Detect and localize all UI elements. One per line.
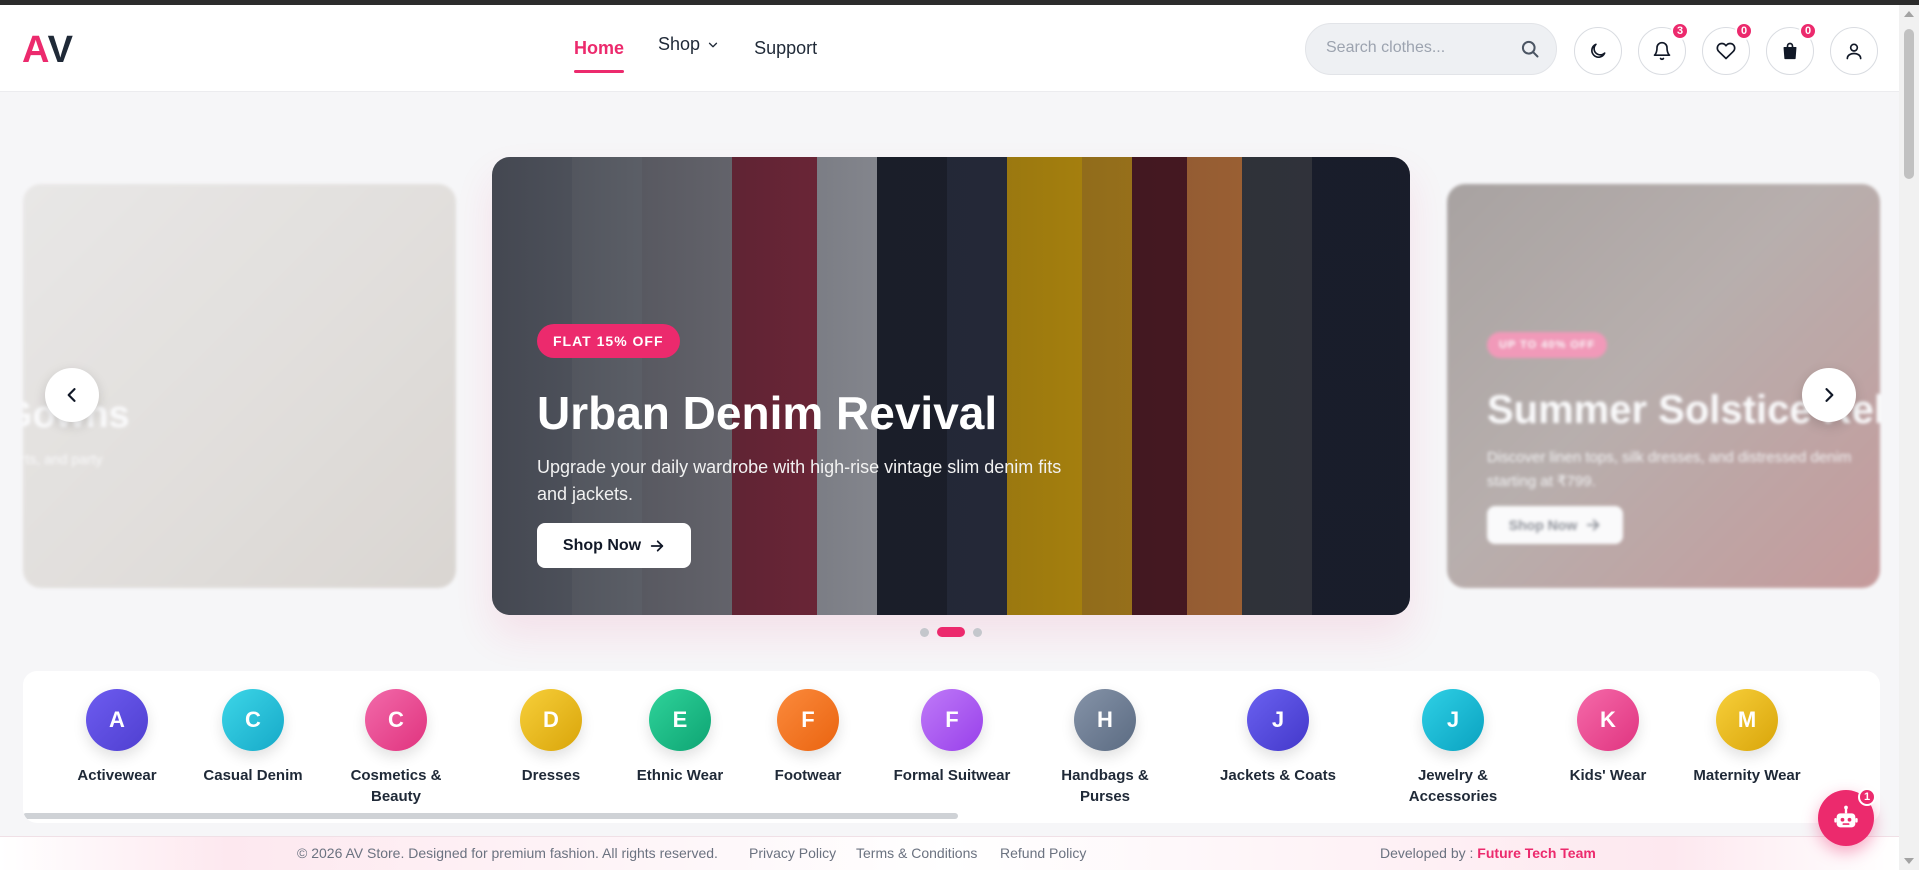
nav-support[interactable]: Support [754,38,817,59]
chevron-right-icon [1825,388,1834,402]
shop-now-label: Shop Now [562,536,642,554]
site-header: AV Home Shop Support 3 0 0 [0,5,1899,92]
category-label: Jewelry & Accessories [1408,767,1498,805]
developer-name[interactable]: Future Tech Team [1477,845,1596,861]
category-scrollbar[interactable] [23,813,958,819]
nav-shop-label: Shop [658,34,701,54]
chevron-down-icon [708,42,718,47]
terms-link[interactable]: Terms & Conditions [856,845,977,861]
category-avatar: K [1577,689,1639,751]
robot-icon [1834,805,1858,828]
shop-now-button[interactable]: Shop Now [537,523,691,568]
category-label: Ethnic Wear [636,767,724,784]
category-label: Dresses [521,767,581,784]
search-box [1305,23,1557,75]
category-avatar: E [649,689,711,751]
category-avatar: M [1716,689,1778,751]
arrow-right-icon [1587,519,1600,531]
category-label: Footwear [774,767,842,784]
category-avatar: A [86,689,148,751]
category-avatar: C [365,689,427,751]
category-avatar: C [222,689,284,751]
site-footer: © 2026 AV Store. Designed for premium fa… [0,836,1899,870]
wishlist-badge: 0 [1735,22,1753,40]
cart-badge: 0 [1799,22,1817,40]
category-cosmetics-beauty[interactable]: C Cosmetics & Beauty [316,689,476,807]
category-partial[interactable]: M M [1813,689,1880,786]
slide-current: FLAT 15% OFF Urban Denim Revival Upgrade… [492,157,1410,615]
moon-icon [1591,43,1606,58]
category-avatar: D [520,689,582,751]
bag-icon [1783,42,1797,60]
category-kids-wear[interactable]: K Kids' Wear [1528,689,1688,786]
category-avatar: H [1074,689,1136,751]
slide-next-desc: Discover linen tops, silk dresses, and d… [1487,449,1852,490]
search-input[interactable] [1326,39,1506,57]
category-label: Maternity Wear [1693,767,1801,784]
category-formal-suitwear[interactable]: F Formal Suitwear [872,689,1032,786]
arrow-right-icon [650,539,664,552]
cart-button[interactable]: 0 [1766,22,1817,75]
bell-icon [1653,41,1671,61]
category-label: Handbags & Purses [1061,767,1149,805]
carousel-next-button[interactable] [1802,368,1856,422]
page-scrollbar[interactable] [1899,5,1919,870]
category-label: Jackets & Coats [1220,767,1336,784]
nav-home[interactable]: Home [574,38,625,73]
notifications-button[interactable]: 3 [1638,22,1689,75]
category-footwear[interactable]: F Footwear [728,689,888,786]
category-maternity-wear[interactable]: M Maternity Wear [1667,689,1827,786]
privacy-policy-link[interactable]: Privacy Policy [749,845,836,861]
category-avatar: F [777,689,839,751]
category-casual-denim[interactable]: C Casual Denim [173,689,333,786]
scroll-down-arrow[interactable] [1904,858,1914,864]
chatbot-button[interactable]: 1 [1818,788,1876,846]
chevron-left-icon [67,388,76,402]
chatbot-badge: 1 [1858,788,1876,806]
wishlist-button[interactable]: 0 [1702,22,1753,75]
carousel-prev-button[interactable] [45,368,99,422]
category-strip: A Activewear C Casual Denim C Cosmetics … [23,671,1880,823]
slide-next-badge: UP TO 40% OFF [1487,332,1608,358]
category-label: Cosmetics & Beauty [350,767,442,805]
category-label: Formal Suitwear [893,767,1011,784]
slide-next-shop-label: Shop Now [1508,517,1578,533]
slide-next-shop-button[interactable]: Shop Now [1487,506,1623,544]
category-handbags-purses[interactable]: H Handbags & Purses [1025,689,1185,807]
notifications-badge: 3 [1671,22,1689,40]
developer-credit: Developed by : Future Tech Team [1380,845,1596,861]
category-avatar: F [921,689,983,751]
discount-badge: FLAT 15% OFF [537,324,680,358]
brand-logo[interactable]: AV [22,30,74,70]
theme-toggle-button[interactable] [1574,27,1622,75]
copyright-text: © 2026 AV Store. Designed for premium fa… [297,845,718,861]
refund-policy-link[interactable]: Refund Policy [1000,845,1086,861]
category-avatar: J [1247,689,1309,751]
logo-letter-a: A [22,29,48,71]
category-label: Casual Denim [203,767,303,784]
heart-icon [1716,42,1736,60]
category-avatar: J [1422,689,1484,751]
nav-shop[interactable]: Shop [658,34,720,55]
hero-carousel: Gowns arts, and party FLAT 15% OFF Urban… [0,92,1899,652]
carousel-dot-2[interactable] [937,627,965,637]
account-button[interactable] [1830,27,1878,75]
slide-description: Upgrade your daily wardrobe with high-ri… [537,457,1062,504]
carousel-dots [920,627,982,637]
category-jewelry-accessories[interactable]: J Jewelry & Accessories [1373,689,1533,807]
category-label: Activewear [77,767,157,784]
carousel-dot-1[interactable] [920,627,929,637]
category-label: Kids' Wear [1569,767,1647,784]
scroll-up-arrow[interactable] [1904,11,1914,17]
slide-title: Urban Denim Revival [537,387,998,439]
slide-previous-desc: arts, and party [23,451,103,467]
user-icon [1846,43,1862,60]
carousel-dot-3[interactable] [973,627,982,637]
scroll-thumb[interactable] [1904,29,1914,179]
developer-label: Developed by : [1380,845,1478,861]
category-jackets-coats[interactable]: J Jackets & Coats [1198,689,1358,786]
search-icon[interactable] [1520,39,1540,59]
logo-letter-v: V [47,29,74,71]
main-nav: Home Shop Support [574,5,851,92]
